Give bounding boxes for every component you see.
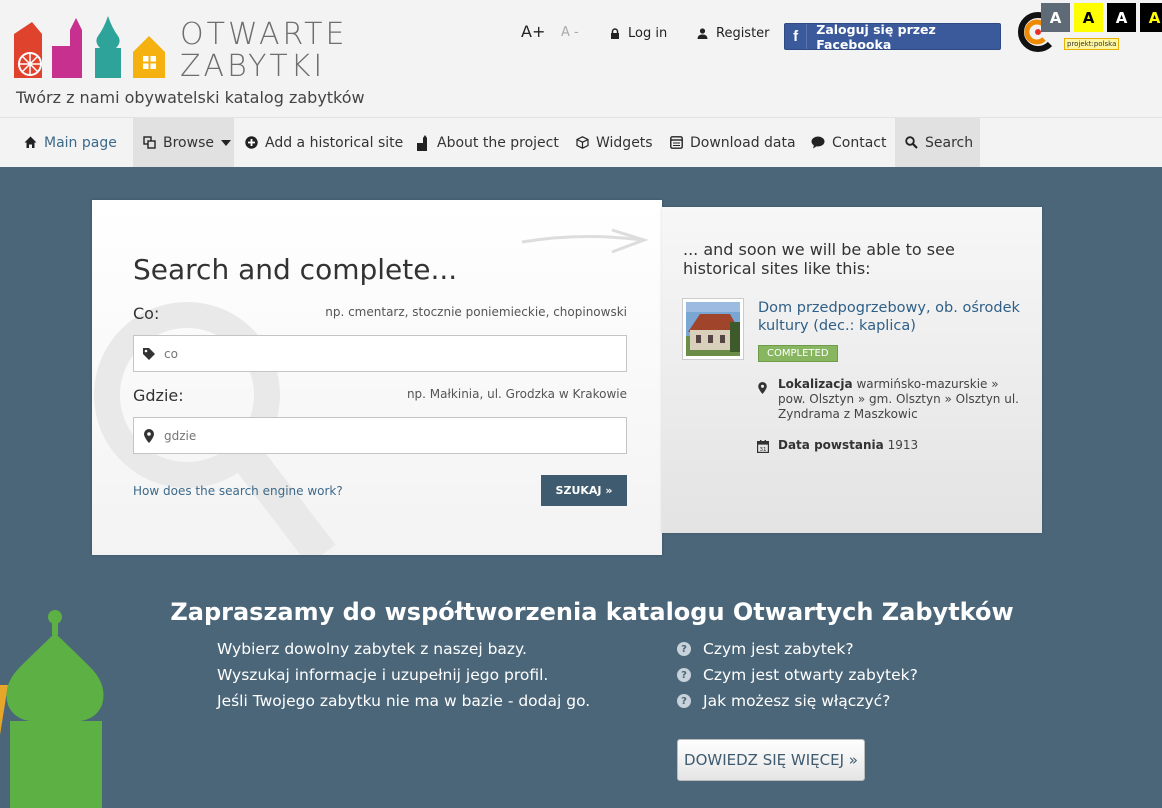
faq-link-how-to-join[interactable]: ? Jak możesz się włączyć? bbox=[677, 692, 890, 710]
where-input[interactable] bbox=[164, 428, 604, 443]
location-info: Lokalizacja warmińsko-mazurskie » pow. O… bbox=[778, 377, 1028, 422]
nav-item-contact[interactable]: Contact bbox=[801, 118, 896, 167]
faq-link-open-monument[interactable]: ? Czym jest otwarty zabytek? bbox=[677, 666, 918, 684]
date-info: Data powstania 1913 bbox=[778, 438, 918, 452]
speech-bubble-icon bbox=[811, 136, 825, 150]
site-photo-image bbox=[686, 302, 740, 356]
preview-heading: ... and soon we will be able to see hist… bbox=[683, 240, 955, 278]
font-decrease-button[interactable]: A - bbox=[561, 25, 579, 40]
what-label: Co: bbox=[133, 304, 160, 323]
invite-line: Wyszukaj informacje i uzupełnij jego pro… bbox=[217, 666, 549, 684]
question-icon: ? bbox=[677, 642, 691, 656]
map-pin-icon bbox=[134, 428, 164, 443]
user-icon bbox=[697, 28, 708, 39]
tag-icon bbox=[134, 347, 164, 361]
where-label: Gdzie: bbox=[133, 386, 184, 405]
nav-label-download: Download data bbox=[690, 134, 796, 151]
contrast-switcher: A A A A bbox=[1041, 3, 1162, 32]
nav-label-about: About the project bbox=[437, 134, 559, 151]
search-icon bbox=[905, 136, 918, 150]
calendar-icon: 31 bbox=[757, 438, 770, 457]
status-badge: COMPLETED bbox=[758, 345, 838, 362]
logo-word-zabytki: ZABYTKI bbox=[180, 49, 326, 84]
site-title-link[interactable]: Dom przedpogrzebowy, ob. ośrodek kultury… bbox=[758, 299, 1028, 335]
how-search-works-link[interactable]: How does the search engine work? bbox=[133, 484, 343, 498]
tower-icon bbox=[416, 134, 430, 151]
contrast-default-button[interactable]: A bbox=[1041, 3, 1070, 32]
cube-icon bbox=[575, 136, 589, 150]
facebook-icon: f bbox=[785, 24, 808, 49]
invite-line: Jeśli Twojego zabytku nie ma w bazie - d… bbox=[217, 692, 591, 710]
nav-label-browse: Browse bbox=[163, 134, 214, 151]
logo-word-otwarte: OTWARTE bbox=[180, 17, 348, 52]
partner-logo-text: projekt:polska bbox=[1064, 38, 1120, 50]
nav-label-widgets: Widgets bbox=[596, 134, 653, 151]
main-navigation: Main page Browse Add a historical site A… bbox=[0, 117, 1162, 167]
green-tower-decoration-icon bbox=[0, 610, 104, 808]
plus-circle-icon bbox=[244, 136, 258, 150]
login-link[interactable]: Log in bbox=[610, 26, 667, 41]
invite-title: Zapraszamy do współtworzenia katalogu Ot… bbox=[170, 598, 1014, 626]
tagline: Twórz z nami obywatelski katalog zabytkó… bbox=[16, 88, 365, 107]
map-pin-icon bbox=[758, 379, 767, 398]
site-logo[interactable]: OTWARTE ZABYTKI bbox=[12, 12, 372, 84]
invite-line: Wybierz dowolny zabytek z naszej bazy. bbox=[217, 640, 527, 658]
nav-item-main-page[interactable]: Main page bbox=[13, 118, 127, 167]
nav-label-add-site: Add a historical site bbox=[265, 134, 404, 151]
faq-label: Jak możesz się włączyć? bbox=[703, 692, 891, 710]
date-label: Data powstania bbox=[778, 438, 884, 452]
site-thumbnail[interactable] bbox=[682, 298, 744, 360]
nav-label-search: Search bbox=[925, 134, 974, 151]
contrast-black-yellow-button[interactable]: A bbox=[1140, 3, 1162, 32]
logo-buildings-icon bbox=[14, 16, 165, 78]
nav-item-about[interactable]: About the project bbox=[406, 118, 569, 167]
lock-icon bbox=[611, 28, 619, 39]
login-label: Log in bbox=[628, 26, 668, 41]
font-increase-button[interactable]: A+ bbox=[521, 22, 545, 41]
faq-label: Czym jest otwarty zabytek? bbox=[703, 666, 918, 684]
caret-down-icon bbox=[220, 135, 231, 151]
svg-text:31: 31 bbox=[760, 447, 767, 453]
question-icon: ? bbox=[677, 694, 691, 708]
nav-item-widgets[interactable]: Widgets bbox=[565, 118, 663, 167]
learn-more-button[interactable]: DOWIEDZ SIĘ WIĘCEJ » bbox=[677, 739, 865, 781]
home-icon bbox=[23, 136, 37, 150]
facebook-login-button[interactable]: f Zaloguj się przez Facebooka bbox=[784, 21, 1001, 52]
where-field[interactable] bbox=[133, 417, 627, 454]
nav-item-search[interactable]: Search bbox=[895, 118, 980, 167]
contrast-black-white-button[interactable]: A bbox=[1107, 3, 1136, 32]
faq-link-what-is-monument[interactable]: ? Czym jest zabytek? bbox=[677, 640, 854, 658]
browse-icon bbox=[143, 136, 156, 150]
facebook-login-label: Zaloguj się przez Facebooka bbox=[816, 21, 936, 52]
nav-item-add-site[interactable]: Add a historical site bbox=[234, 118, 413, 167]
contrast-yellow-button[interactable]: A bbox=[1074, 3, 1103, 32]
location-label: Lokalizacja bbox=[778, 377, 853, 391]
search-panel: Search and complete... Co: np. cmentarz,… bbox=[92, 200, 662, 555]
where-hint: np. Małkinia, ul. Grodzka w Krakowie bbox=[406, 387, 627, 401]
date-value: 1913 bbox=[887, 438, 919, 452]
header: OTWARTE ZABYTKI Twórz z nami obywatelski… bbox=[0, 0, 1162, 117]
question-icon: ? bbox=[677, 668, 691, 682]
nav-item-browse[interactable]: Browse bbox=[133, 118, 234, 167]
what-input[interactable] bbox=[164, 346, 604, 361]
preview-panel: ... and soon we will be able to see hist… bbox=[662, 207, 1042, 533]
register-link[interactable]: Register bbox=[697, 26, 770, 41]
nav-item-download[interactable]: Download data bbox=[659, 118, 806, 167]
search-submit-button[interactable]: SZUKAJ » bbox=[541, 475, 627, 506]
faq-label: Czym jest zabytek? bbox=[703, 640, 854, 658]
register-label: Register bbox=[716, 26, 770, 41]
what-hint: np. cmentarz, stocznie poniemieckie, cho… bbox=[325, 305, 627, 319]
table-icon bbox=[669, 136, 683, 150]
search-title: Search and complete... bbox=[133, 253, 458, 286]
nav-label-main-page: Main page bbox=[44, 134, 117, 151]
what-field[interactable] bbox=[133, 335, 627, 372]
nav-label-contact: Contact bbox=[832, 134, 887, 151]
